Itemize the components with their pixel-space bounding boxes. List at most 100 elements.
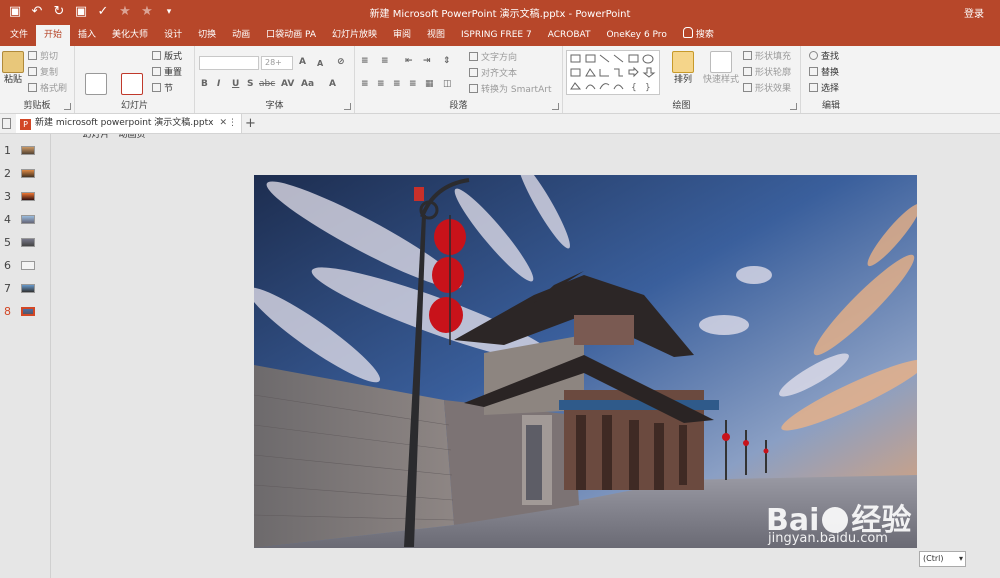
tab-onekey[interactable]: OneKey 6 Pro — [598, 25, 674, 46]
paste-button[interactable]: 粘贴 — [2, 51, 24, 86]
align-right-icon[interactable]: ≡ — [393, 79, 401, 89]
clipboard-group-label: 剪贴板 — [23, 101, 51, 111]
login-link[interactable]: 登录 — [964, 5, 984, 20]
shape-fill-label: 形状填充 — [755, 52, 792, 62]
underline-button[interactable]: U — [232, 79, 239, 89]
more-options-icon[interactable]: ⋮ — [228, 114, 237, 133]
powerpoint-icon: P — [20, 119, 31, 130]
align-left-icon[interactable]: ≡ — [361, 79, 369, 89]
tab-meihua[interactable]: 美化大师 — [104, 25, 156, 46]
reset-label: 重置 — [164, 68, 183, 78]
slide-preview — [21, 238, 35, 247]
line-spacing-icon[interactable]: ⇕ — [443, 56, 451, 66]
align-text-label: 对齐文本 — [481, 69, 518, 79]
slide-number: 3 — [4, 190, 11, 203]
slide-thumbnail[interactable]: 1 — [0, 139, 51, 161]
tab-ispring[interactable]: ISPRING FREE 7 — [453, 25, 540, 46]
add-tab-button[interactable]: + — [245, 114, 256, 133]
file-icon[interactable] — [2, 118, 11, 129]
shape-effects-button[interactable]: 形状效果 — [743, 83, 791, 95]
slide-thumbnail[interactable]: 5 — [0, 231, 51, 253]
paste-options-button[interactable]: (Ctrl) ▾ — [919, 551, 966, 567]
align-text-button[interactable]: 对齐文本 — [469, 68, 517, 80]
paint-bucket-icon — [743, 51, 752, 60]
select-button[interactable]: 选择 — [809, 83, 839, 95]
convert-smartart-button[interactable]: 转换为 SmartArt — [469, 84, 551, 96]
strikethrough-button[interactable]: abc — [259, 79, 275, 89]
decrease-indent-icon[interactable]: ⇤ — [405, 56, 413, 66]
slide-thumbnail[interactable]: 6 — [0, 254, 51, 276]
tab-insert[interactable]: 插入 — [70, 25, 104, 46]
group-editing: 查找 替换 选择 编辑 — [801, 46, 861, 113]
quick-styles-label: 快速样式 — [702, 75, 739, 85]
text-direction-button[interactable]: 文字方向 — [469, 52, 517, 64]
tab-pocket-animation[interactable]: 口袋动画 PA — [258, 25, 324, 46]
tab-slideshow[interactable]: 幻灯片放映 — [324, 25, 385, 46]
shrink-font-button[interactable]: A — [317, 59, 323, 68]
font-launcher-icon[interactable] — [344, 103, 351, 110]
increase-indent-icon[interactable]: ⇥ — [423, 56, 431, 66]
brush-icon — [28, 83, 37, 92]
group-drawing: { } 排列 快速样式 形状填充 形状轮廓 形状效果 绘图 — [563, 46, 801, 113]
bullets-icon[interactable]: ≡ — [361, 56, 369, 66]
shape-outline-label: 形状轮廓 — [755, 68, 792, 78]
tab-view[interactable]: 视图 — [419, 25, 453, 46]
search-label: 搜索 — [695, 30, 714, 40]
cut-button[interactable]: 剪切 — [28, 51, 58, 63]
bold-button[interactable]: B — [201, 79, 208, 89]
layout-button[interactable]: 版式 — [152, 51, 182, 63]
find-button[interactable]: 查找 — [809, 51, 839, 63]
clipboard-launcher-icon[interactable] — [64, 103, 71, 110]
section-button[interactable]: 节 — [152, 83, 173, 95]
tab-animations[interactable]: 动画 — [224, 25, 258, 46]
copy-button[interactable]: 复制 — [28, 67, 58, 79]
tab-review[interactable]: 审阅 — [385, 25, 419, 46]
shadow-button[interactable]: S — [247, 79, 253, 89]
tab-design[interactable]: 设计 — [156, 25, 190, 46]
close-icon[interactable]: ✕ — [219, 114, 227, 133]
tab-acrobat[interactable]: ACROBAT — [540, 25, 599, 46]
chevron-down-icon: ▾ — [958, 554, 963, 563]
quick-styles-button[interactable]: 快速样式 — [701, 51, 741, 86]
drawing-launcher-icon[interactable] — [790, 103, 797, 110]
format-painter-button[interactable]: 格式刷 — [28, 83, 67, 95]
align-center-icon[interactable]: ≡ — [377, 79, 385, 89]
tab-search[interactable]: 搜索 — [675, 25, 722, 46]
font-family-select[interactable] — [199, 56, 259, 70]
shape-fill-button[interactable]: 形状填充 — [743, 51, 791, 63]
cut-label: 剪切 — [40, 52, 59, 62]
italic-button[interactable]: I — [217, 79, 220, 89]
watermark-url: jingyan.baidu.com — [768, 531, 888, 546]
shapes-gallery-icons: { } — [570, 54, 656, 93]
slide-preview — [21, 261, 35, 270]
shape-outline-button[interactable]: 形状轮廓 — [743, 67, 791, 79]
columns-icon[interactable]: ◫ — [443, 79, 452, 89]
replace-button[interactable]: 替换 — [809, 67, 839, 79]
numbering-icon[interactable]: ≡ — [381, 56, 389, 66]
shapes-gallery[interactable]: { } — [566, 50, 660, 95]
slide-thumbnail[interactable]: 2 — [0, 162, 51, 184]
slide-thumbnail[interactable]: 3 — [0, 185, 51, 207]
slide-canvas[interactable]: Bai 经验 jingyan.baidu.com — [254, 175, 917, 548]
tab-file[interactable]: 文件 — [2, 25, 36, 46]
font-size-select[interactable]: 28+ — [261, 56, 293, 70]
grow-font-button[interactable]: A — [299, 57, 306, 67]
paragraph-launcher-icon[interactable] — [552, 103, 559, 110]
char-spacing-button[interactable]: AV — [281, 79, 294, 89]
slide-thumbnail[interactable]: 4 — [0, 208, 51, 230]
change-case-button[interactable]: Aa — [301, 79, 314, 89]
font-group-label: 字体 — [265, 101, 284, 111]
tab-home[interactable]: 开始 — [36, 25, 71, 46]
paste-label: 粘贴 — [3, 75, 22, 85]
distributed-icon[interactable]: ▦ — [425, 79, 434, 89]
arrange-button[interactable]: 排列 — [665, 51, 701, 86]
slide-thumbnail[interactable]: 7 — [0, 277, 51, 299]
justify-icon[interactable]: ≡ — [409, 79, 417, 89]
clear-format-icon[interactable]: ⊘ — [337, 57, 345, 67]
slide-thumbnail-selected[interactable]: 8 — [0, 300, 51, 322]
font-color-button[interactable]: A — [329, 79, 336, 89]
clipboard-icon — [2, 51, 24, 73]
document-tab[interactable]: P 新建 microsoft powerpoint 演示文稿.pptx ✕ ⋮ — [16, 114, 242, 133]
tab-transitions[interactable]: 切换 — [190, 25, 224, 46]
reset-button[interactable]: 重置 — [152, 67, 182, 79]
